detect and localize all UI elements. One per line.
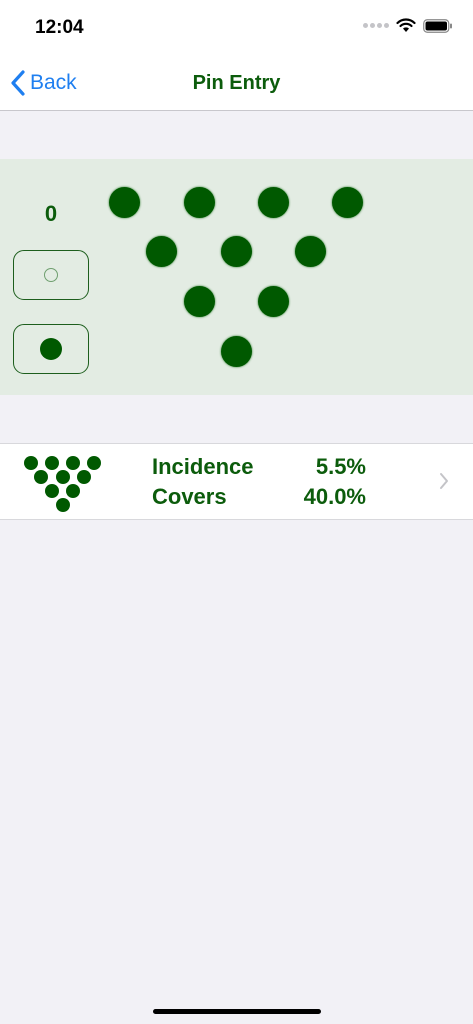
pin-1[interactable]: [221, 336, 252, 367]
navigation-bar: Back Pin Entry: [0, 56, 473, 111]
pin-4[interactable]: [146, 236, 177, 267]
pin-7[interactable]: [109, 187, 140, 218]
pin-10[interactable]: [332, 187, 363, 218]
frame-count: 0: [44, 201, 58, 226]
pin-6[interactable]: [295, 236, 326, 267]
chevron-right-icon: [440, 473, 448, 489]
battery-icon: [423, 18, 452, 33]
pin-3[interactable]: [258, 286, 289, 317]
page-title: Pin Entry: [192, 72, 281, 94]
status-icons: [363, 18, 453, 33]
home-indicator: [153, 1009, 321, 1014]
covers-label: Covers: [152, 484, 227, 509]
cellular-dots-icon: [363, 23, 389, 28]
incidence-value: 5.5%: [315, 454, 366, 479]
pin-9[interactable]: [258, 187, 289, 218]
clear-pins-button[interactable]: [13, 250, 89, 300]
status-bar: 12:04: [0, 0, 473, 56]
pin-entry-panel: 0: [0, 159, 473, 395]
pin-5[interactable]: [221, 236, 252, 267]
filled-circle-icon: [40, 338, 62, 360]
pin-rack-icon: [24, 456, 104, 514]
status-time: 12:04: [35, 17, 84, 38]
pin-2[interactable]: [184, 286, 215, 317]
fill-pins-button[interactable]: [13, 324, 89, 374]
leave-result-row[interactable]: Incidence 5.5% Covers 40.0%: [0, 443, 473, 520]
incidence-label: Incidence: [152, 454, 254, 479]
empty-circle-icon: [44, 268, 58, 282]
covers-value: 40.0%: [303, 484, 366, 509]
pin-8[interactable]: [184, 187, 215, 218]
wifi-icon: [396, 18, 416, 32]
